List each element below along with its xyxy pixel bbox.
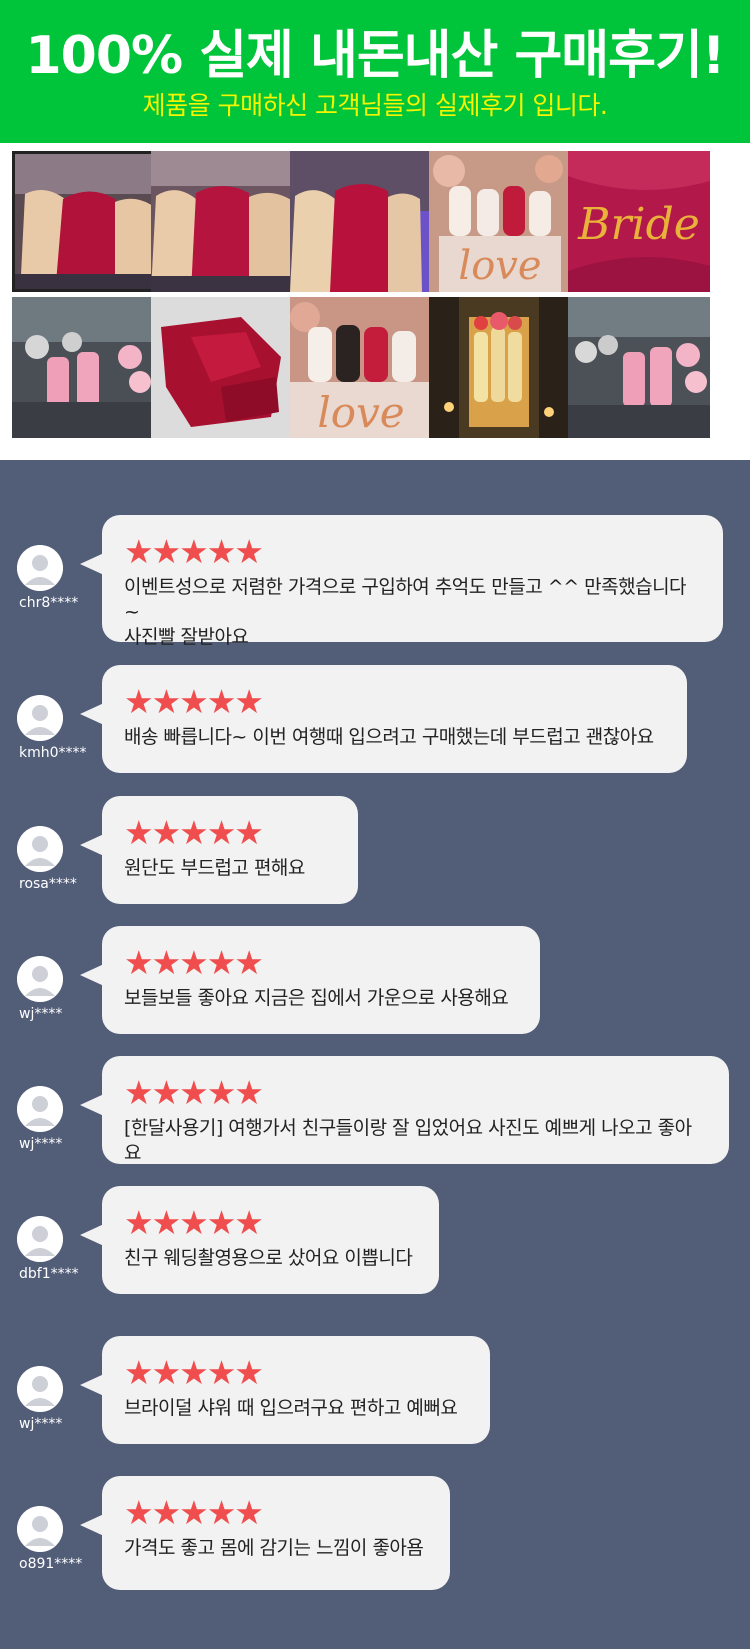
review-photo-6[interactable] [12,297,154,438]
review-bubble: ★★★★★ 원단도 부드럽고 편해요 [80,796,358,904]
avatar [17,826,63,872]
review-username: chr8**** [19,595,79,611]
review-photo-5[interactable]: Bride [568,151,710,292]
star-rating: ★★★★★ [124,943,264,982]
page-title: 100% 실제 내돈내산 구매후기! [25,26,725,86]
review-photo-1[interactable] [12,151,154,292]
avatar [17,545,63,591]
photo-caption: love [317,388,404,437]
header-banner: 100% 실제 내돈내산 구매후기! 제품을 구매하신 고객님들의 실제후기 입… [0,0,750,143]
review-photo-4[interactable]: love [429,151,571,292]
photo-caption: Bride [577,199,700,250]
review-text: 원단도 부드럽고 편해요 [124,857,305,879]
review-username: wj**** [19,1416,63,1432]
review-text: 배송 빠릅니다~ 이번 여행때 입으려고 구매했는데 부드럽고 괜찮아요 [124,726,654,748]
review-text: 이벤트성으로 저렴한 가격으로 구입하여 추억도 만들고 ^^ 만족했습니다~ … [124,576,687,648]
star-rating: ★★★★★ [124,813,264,852]
review-photo-gallery: love Bride love [0,143,750,460]
star-rating: ★★★★★ [124,682,264,721]
star-rating: ★★★★★ [124,1203,264,1242]
review-username: kmh0**** [19,745,87,761]
review-text: 친구 웨딩촬영용으로 샀어요 이쁩니다 [124,1247,413,1269]
review-photo-10[interactable] [568,297,710,438]
review-username: wj**** [19,1006,63,1022]
review-photo-3[interactable] [290,151,432,292]
review-photo-8[interactable]: love [290,297,432,438]
review-bubble: ★★★★★ 이벤트성으로 저렴한 가격으로 구입하여 추억도 만들고 ^^ 만족… [80,515,723,648]
review-text: [한달사용기] 여행가서 친구들이랑 잘 입었어요 사진도 예쁘게 나오고 좋아… [124,1117,692,1164]
review-text: 브라이덜 샤워 때 입으려구요 편하고 예뻐요 [124,1397,458,1419]
review-bubble: ★★★★★ [한달사용기] 여행가서 친구들이랑 잘 입었어요 사진도 예쁘게 … [80,1056,729,1164]
avatar [17,695,63,741]
avatar [17,1216,63,1262]
review-text: 보들보들 좋아요 지금은 집에서 가운으로 사용해요 [124,987,509,1009]
avatar [17,1506,63,1552]
avatar [17,1086,63,1132]
review-bubble: ★★★★★ 브라이덜 샤워 때 입으려구요 편하고 예뻐요 [80,1336,490,1444]
review-username: o891**** [19,1556,83,1572]
review-photo-2[interactable] [151,151,293,292]
review-username: dbf1**** [19,1266,79,1282]
avatar [17,956,63,1002]
avatar [17,1366,63,1412]
star-rating: ★★★★★ [124,1353,264,1392]
review-text: 가격도 좋고 몸에 감기는 느낌이 좋아욤 [124,1537,424,1559]
photo-caption: love [458,243,541,289]
review-photo-7[interactable] [151,297,293,438]
review-bubble: ★★★★★ 친구 웨딩촬영용으로 샀어요 이쁩니다 [80,1186,439,1294]
review-username: rosa**** [19,876,77,892]
star-rating: ★★★★★ [124,1493,264,1532]
review-bubble: ★★★★★ 가격도 좋고 몸에 감기는 느낌이 좋아욤 [80,1476,450,1590]
star-rating: ★★★★★ [124,532,264,571]
review-bubble: ★★★★★ 배송 빠릅니다~ 이번 여행때 입으려고 구매했는데 부드럽고 괜찮… [80,665,687,773]
page-subtitle: 제품을 구매하신 고객님들의 실제후기 입니다. [142,91,608,120]
review-photo-9[interactable] [429,297,571,438]
star-rating: ★★★★★ [124,1073,264,1112]
review-username: wj**** [19,1136,63,1152]
review-bubble: ★★★★★ 보들보들 좋아요 지금은 집에서 가운으로 사용해요 [80,926,540,1034]
